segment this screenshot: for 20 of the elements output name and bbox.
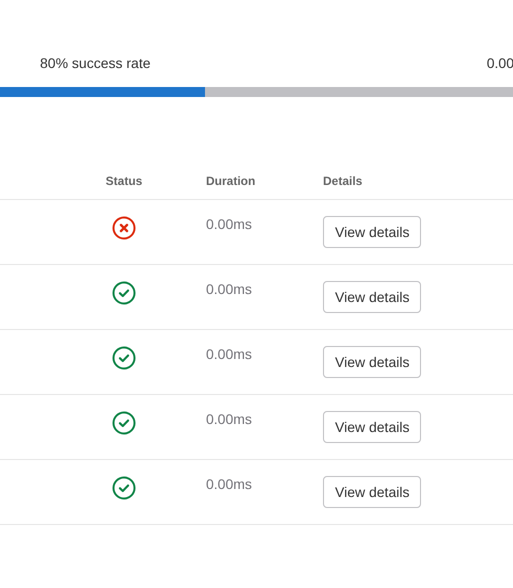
duration-cell-text: 0.00ms: [205, 281, 253, 297]
view-details-button[interactable]: View details: [323, 216, 422, 248]
duration-cell-text: 0.00ms: [205, 216, 253, 232]
column-header: Status: [104, 174, 144, 188]
duration-cell-text: 0.00ms: [205, 346, 253, 362]
column-header: Duration: [205, 174, 256, 188]
summary-value: 0.00: [486, 54, 513, 72]
view-details-button[interactable]: View details: [323, 281, 422, 313]
view-details-button[interactable]: View details: [323, 346, 422, 378]
duration-cell-text: 0.00ms: [205, 476, 253, 492]
view-details-button[interactable]: View details: [323, 411, 422, 443]
success-rate-label: 80% success rate: [40, 54, 150, 72]
success-icon: [112, 281, 136, 305]
success-icon: [112, 476, 136, 500]
column-header: Details: [323, 174, 364, 188]
success-icon: [112, 346, 136, 370]
view-details-button[interactable]: View details: [323, 476, 422, 508]
error-icon: [112, 216, 136, 240]
duration-cell-text: 0.00ms: [205, 411, 253, 427]
success-icon: [112, 411, 136, 435]
